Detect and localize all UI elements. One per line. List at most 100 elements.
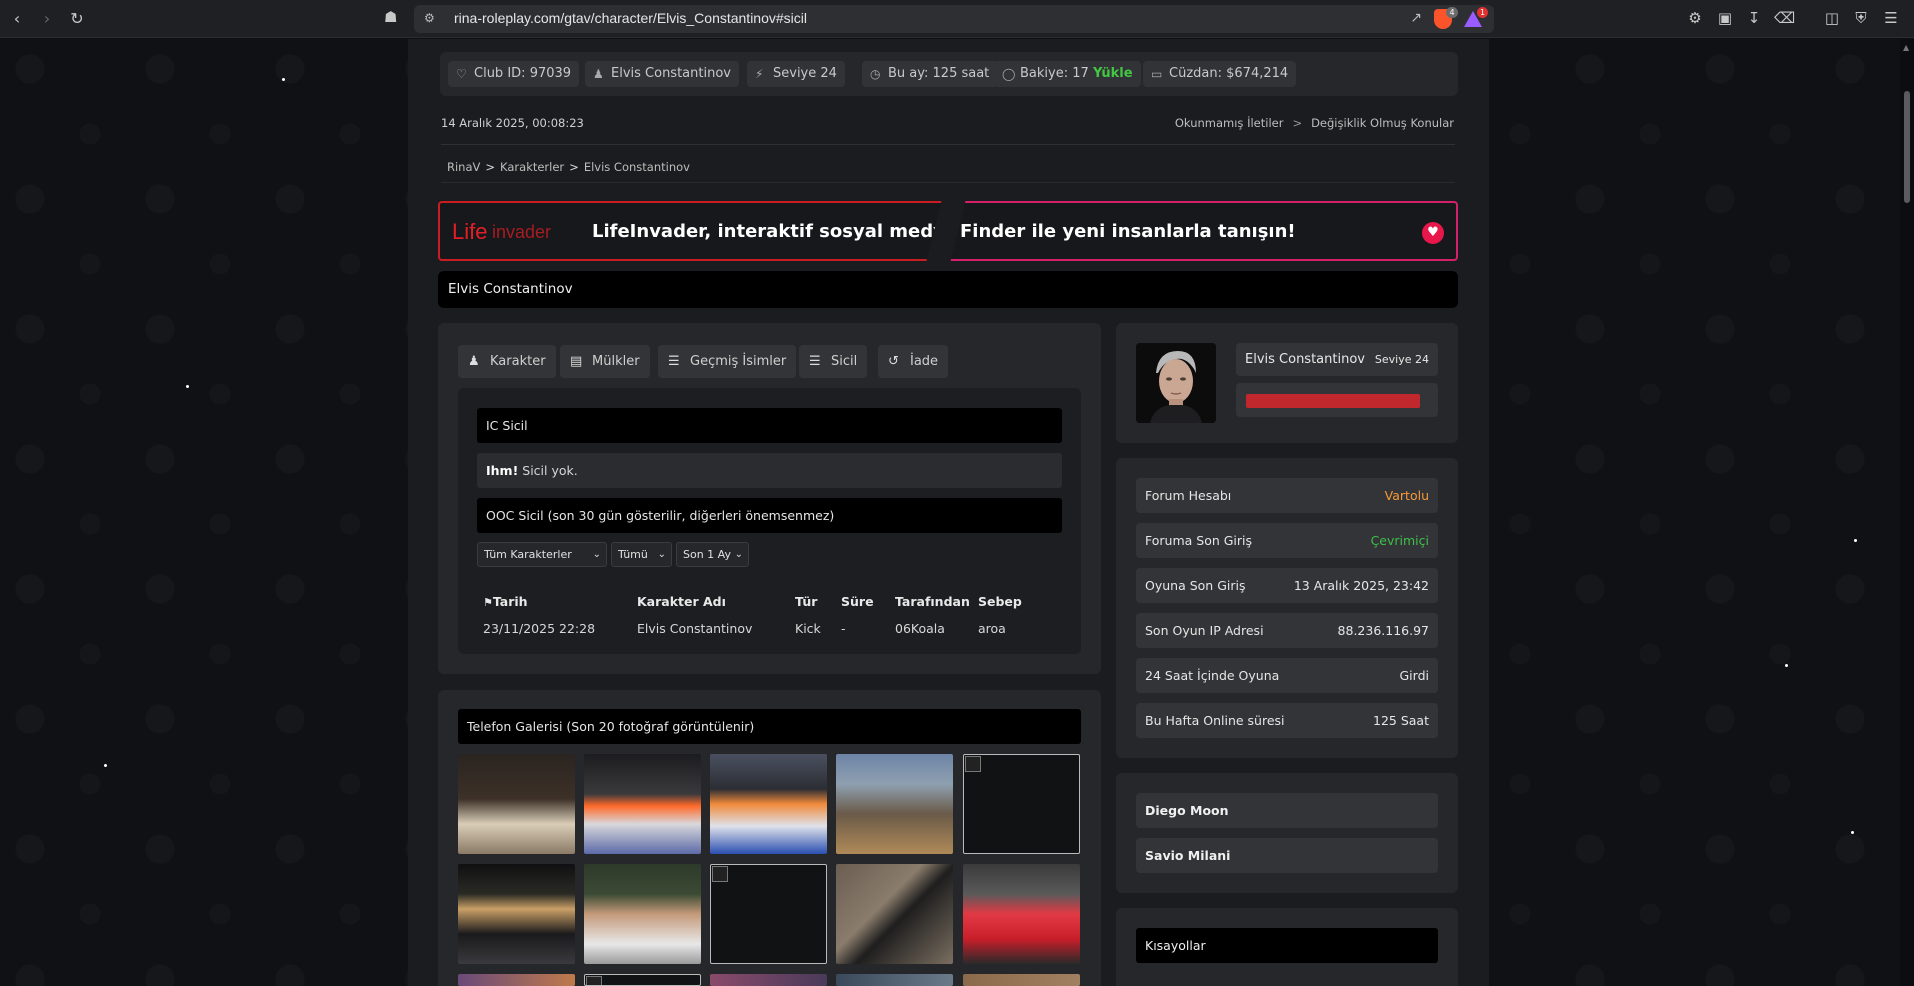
- level-pill[interactable]: ⚡ Seviye 24: [747, 61, 845, 87]
- bookmark-icon[interactable]: ☗: [384, 8, 397, 26]
- column-header-reason[interactable]: Sebep: [978, 594, 1022, 609]
- column-header-character[interactable]: Karakter Adı: [637, 594, 726, 609]
- share-icon[interactable]: ↗: [1410, 10, 1422, 26]
- banner-right[interactable]: Finder ile yeni insanlarla tanışın! ♥: [948, 201, 1458, 261]
- breadcrumb-home[interactable]: RinaV: [447, 160, 480, 174]
- lifeinvader-logo: Life: [452, 219, 488, 244]
- table-cell-by: 06Koala: [895, 621, 945, 636]
- gallery-photo[interactable]: [458, 974, 575, 986]
- chevron-down-icon: ⌄: [592, 549, 601, 560]
- screenshot-icon[interactable]: ▣: [1716, 9, 1734, 27]
- heart-icon: ♥: [1422, 222, 1444, 244]
- breadcrumb-characters[interactable]: Karakterler: [500, 160, 564, 174]
- gallery-photo-broken[interactable]: [710, 864, 827, 964]
- gallery-photo[interactable]: [584, 864, 701, 964]
- character-link-diego[interactable]: Diego Moon: [1136, 793, 1438, 828]
- undo-icon: ↺: [888, 354, 899, 369]
- character-filter-select[interactable]: Tüm Karakterler ⌄: [477, 542, 607, 567]
- club-id-value: 97039: [529, 66, 572, 81]
- gallery-photo[interactable]: [836, 864, 953, 964]
- info-value: 13 Aralık 2025, 23:42: [1293, 578, 1429, 593]
- list-icon: ☰: [668, 354, 680, 369]
- tab-sicil[interactable]: ☰ Sicil: [799, 345, 868, 378]
- info-row-24h: 24 Saat İçinde Oyuna Girdi: [1136, 658, 1438, 693]
- unread-posts-link[interactable]: Okunmamış İletiler: [1175, 116, 1284, 130]
- tab-mulkler[interactable]: ▤ Mülkler: [560, 345, 650, 378]
- forum-account-link[interactable]: Vartolu: [1385, 488, 1429, 503]
- info-key: Bu Hafta Online süresi: [1145, 713, 1285, 728]
- table-cell-type: Kick: [795, 621, 821, 636]
- level-value: 24: [820, 66, 837, 81]
- gallery-photo[interactable]: [836, 754, 953, 854]
- gallery-photo[interactable]: [963, 974, 1080, 986]
- trash-icon[interactable]: ⌫: [1774, 9, 1795, 27]
- column-header-label: Tarih: [492, 594, 528, 609]
- tab-karakter[interactable]: ♟ Karakter: [458, 345, 556, 378]
- table-cell-character: Elvis Constantinov: [637, 621, 753, 636]
- shortcuts-card: Kısayollar: [1116, 908, 1458, 986]
- empty-bold: Ihm!: [486, 463, 519, 478]
- gallery-photo[interactable]: [458, 864, 575, 964]
- rewards-count-badge: 1: [1477, 7, 1488, 18]
- banner-left[interactable]: Life invader LifeInvader, interaktif sos…: [438, 201, 965, 261]
- column-header-by[interactable]: Tarafından: [895, 594, 970, 609]
- list-icon: ☰: [809, 354, 821, 369]
- level-label: Seviye: [773, 66, 817, 81]
- clock-icon: ◷: [870, 67, 881, 81]
- reload-icon[interactable]: ↻: [66, 8, 88, 30]
- address-bar[interactable]: ⚙ rina-roleplay.com/gtav/character/Elvis…: [414, 5, 1494, 33]
- breadcrumb-current[interactable]: Elvis Constantinov: [584, 160, 690, 174]
- club-id-pill[interactable]: ♡ Club ID: 97039: [448, 61, 580, 87]
- gallery-photo[interactable]: [458, 754, 575, 854]
- snowflake: [186, 385, 189, 388]
- column-header-type[interactable]: Tür: [795, 594, 817, 609]
- info-key: Oyuna Son Giriş: [1145, 578, 1246, 593]
- column-header-date[interactable]: ⚑Tarih: [483, 594, 528, 609]
- profile-card: Elvis Constantinov Seviye 24: [1116, 323, 1458, 443]
- forward-icon[interactable]: ›: [36, 8, 58, 30]
- tab-gecmis-isimler[interactable]: ☰ Geçmiş İsimler: [658, 345, 797, 378]
- period-filter-select[interactable]: Son 1 Ay ⌄: [676, 542, 749, 567]
- info-value: 125 Saat: [1373, 713, 1429, 728]
- column-header-duration[interactable]: Süre: [841, 594, 874, 609]
- scrollbar-thumb[interactable]: [1904, 91, 1910, 203]
- gallery-photo-broken[interactable]: [963, 754, 1080, 854]
- ic-sicil-header: IC Sicil: [477, 408, 1062, 443]
- balance-pill[interactable]: ◯ Bakiye: 17 Yükle: [994, 61, 1141, 87]
- sidebar-icon[interactable]: ◫: [1823, 9, 1841, 27]
- gallery-photo-broken[interactable]: [584, 974, 701, 986]
- gallery-photo[interactable]: [836, 974, 953, 986]
- menu-icon[interactable]: ☰: [1882, 9, 1900, 27]
- topup-link[interactable]: Yükle: [1093, 66, 1133, 81]
- extensions-icon[interactable]: ⚙: [1686, 9, 1704, 27]
- wallet-pill[interactable]: ▭ Cüzdan: $674,214: [1143, 61, 1297, 87]
- changed-topics-link[interactable]: Değişiklik Olmuş Konular: [1311, 116, 1454, 130]
- account-info-card: Forum Hesabı Vartolu Foruma Son Giriş Çe…: [1116, 458, 1458, 758]
- character-link-savio[interactable]: Savio Milani: [1136, 838, 1438, 873]
- username-pill[interactable]: ♟ Elvis Constantinov: [585, 61, 739, 87]
- ic-sicil-empty: Ihm! Sicil yok.: [477, 453, 1062, 488]
- ic-sicil-title: IC Sicil: [486, 418, 528, 433]
- info-value: Girdi: [1399, 668, 1430, 683]
- scroll-up-icon[interactable]: ▲: [1903, 43, 1909, 52]
- gallery-photo[interactable]: [710, 754, 827, 854]
- lifeinvader-banner[interactable]: Life invader LifeInvader, interaktif sos…: [438, 199, 1458, 263]
- download-icon[interactable]: ↧: [1745, 9, 1763, 27]
- vpn-shield-icon[interactable]: ⛨: [1852, 9, 1870, 27]
- site-settings-icon[interactable]: ⚙: [424, 11, 438, 25]
- tab-iade[interactable]: ↺ İade: [878, 345, 949, 378]
- character-link-label: Diego Moon: [1145, 803, 1229, 818]
- forum-quicklinks: Okunmamış İletiler > Değişiklik Olmuş Konu…: [1175, 116, 1454, 130]
- back-icon[interactable]: ‹: [6, 8, 28, 30]
- gallery-photo[interactable]: [710, 974, 827, 986]
- type-filter-select[interactable]: Tümü ⌄: [611, 542, 672, 567]
- info-row-forum-account: Forum Hesabı Vartolu: [1136, 478, 1438, 513]
- month-time-pill[interactable]: ◷ Bu ay: 125 saat: [862, 61, 998, 87]
- gallery-photo[interactable]: [584, 754, 701, 854]
- profile-level: Seviye 24: [1374, 353, 1429, 366]
- chevron-down-icon: ⌄: [657, 549, 666, 560]
- gallery-photo[interactable]: [963, 864, 1080, 964]
- user-stats-bar: ♡ Club ID: 97039 ♟ Elvis Constantinov ⚡ …: [440, 52, 1458, 96]
- page-scrollbar[interactable]: ▲: [1900, 39, 1914, 986]
- url-text[interactable]: rina-roleplay.com/gtav/character/Elvis_C…: [454, 10, 807, 26]
